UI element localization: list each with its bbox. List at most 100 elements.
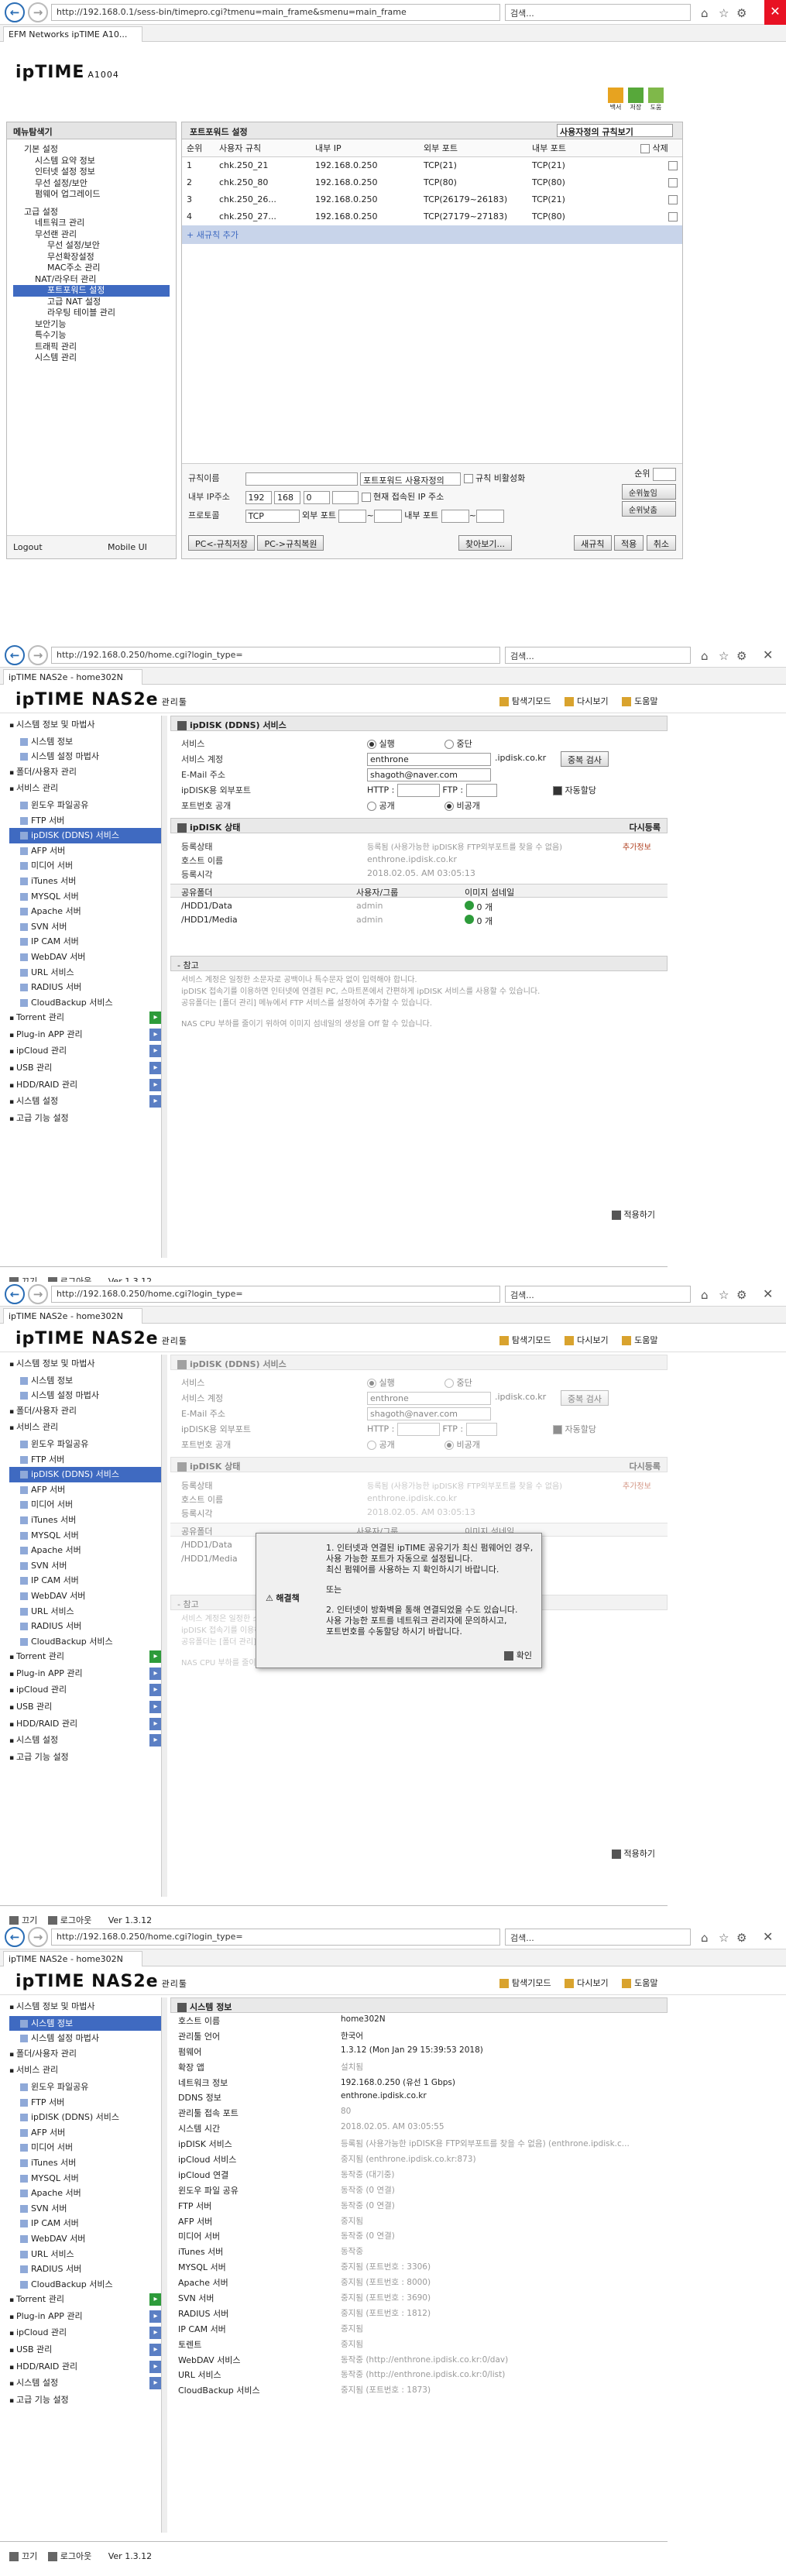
rank-up-button[interactable]: 순위높임 [622,484,676,500]
star-icon[interactable]: ☆ [719,1288,729,1302]
nas-menu-item[interactable]: ▪ Plug-in APP 관리 ▸ [9,1027,162,1044]
home-icon[interactable]: ⌂ [701,1931,709,1945]
nas-menu-item[interactable]: IP CAM 서버 [9,934,162,950]
add-rule-row[interactable]: + 새규칙 추가 [182,225,682,244]
star-icon[interactable]: ☆ [719,1931,729,1945]
back-icon[interactable]: ← [5,645,25,665]
nas-menu-item[interactable]: SVN 서버 [9,919,162,935]
table-row[interactable]: 3 chk.250_26... 192.168.0.250 TCP(26179~261… [182,191,682,208]
tree-item[interactable]: 포트포워드 설정 [13,285,170,297]
delete-checkbox[interactable] [668,195,678,204]
ip-octet-4[interactable] [332,490,359,504]
rule-view-select[interactable]: 사용자정의 규칙보기 [557,124,673,137]
tree-item[interactable]: 특수기능 [13,330,170,342]
close-window-icon[interactable]: ✕ [763,647,773,662]
tree-item[interactable]: 네트워크 관리 [13,218,170,229]
refresh-link[interactable]: 다시보기 [577,1335,608,1345]
rank-down-button[interactable]: 순위낮춤 [622,501,676,517]
mobile-ui-link[interactable]: Mobile UI [108,542,147,552]
home-icon[interactable]: ⌂ [701,1288,709,1302]
nas-menu-item[interactable]: ▪ USB 관리 ▸ [9,2342,162,2359]
nas-menu-item[interactable]: ▪ ipCloud 관리 ▸ [9,1043,162,1060]
tree-item[interactable]: 무선 설정/보안 [13,240,170,252]
nas-menu-item[interactable]: RADIUS 서버 [9,2262,162,2277]
tree-item[interactable]: 무선확장설정 [13,252,170,263]
add-info-link[interactable]: 추가정보 [623,840,651,852]
toggle-icon[interactable] [465,901,474,910]
nas-menu-item[interactable]: 시스템 정보 [9,734,162,750]
new-rule-button[interactable]: 새규칙 [574,535,612,551]
ext-port-to[interactable] [373,509,402,523]
tree-item[interactable]: 고급 설정 [13,207,170,218]
auto-assign-checkbox[interactable] [553,1425,562,1434]
run-radio[interactable] [367,1379,376,1388]
forward-icon[interactable]: → [28,2,48,22]
nas-menu-item[interactable]: ▪ 폴더/사용자 관리 [9,1403,162,1420]
nas-menu-item[interactable]: iTunes 서버 [9,2155,162,2171]
ftp-port-input[interactable] [465,1423,497,1436]
nas-menu-item[interactable]: IP CAM 서버 [9,2216,162,2231]
sidebar-scrollbar[interactable] [161,716,167,1258]
gear-icon[interactable]: ⚙ [736,649,747,663]
nas-menu-item[interactable]: ipDISK (DDNS) 서비스 [9,1467,162,1482]
nas-menu-item[interactable]: MYSQL 서버 [9,889,162,905]
nas-menu-item[interactable]: FTP 서버 [9,813,162,829]
nas-menu-item[interactable]: ▪ 고급 기능 설정 [9,2392,162,2409]
nas-menu-item[interactable]: MYSQL 서버 [9,1528,162,1544]
nas-menu-item[interactable]: ▪ 시스템 정보 및 마법사 [9,1356,162,1373]
close-window-icon[interactable]: ✕ [764,0,786,25]
nas-menu-item[interactable]: ▪ 시스템 설정 ▸ [9,1094,162,1111]
tree-item[interactable]: 라우팅 테이블 관리 [13,307,170,319]
address-bar[interactable]: http://192.168.0.250/home.cgi?login_type… [51,1286,500,1303]
run-radio[interactable] [367,740,376,749]
nas-menu-item[interactable]: ▪ USB 관리 ▸ [9,1699,162,1716]
table-row[interactable]: 2 chk.250_80 192.168.0.250 TCP(80) TCP(80) [182,174,682,191]
re-register-link[interactable]: 다시등록 [630,821,661,833]
tree-item[interactable]: MAC주소 관리 [13,263,170,274]
table-row[interactable]: 1 chk.250_21 192.168.0.250 TCP(21) TCP(21) [182,157,682,174]
forward-icon[interactable]: → [28,1927,48,1947]
nas-menu-item[interactable]: ▪ Torrent 관리 ▸ [9,1649,162,1666]
wizard-icon[interactable]: 백서 [608,88,623,112]
public-radio[interactable] [367,802,376,811]
nas-menu-item[interactable]: AFP 서버 [9,1482,162,1498]
ip-octet-2[interactable]: 168 [274,490,300,504]
nas-menu-item[interactable]: ▪ 서비스 관리 [9,781,162,798]
apply-button[interactable]: 적용 [614,535,644,551]
refresh-link[interactable]: 다시보기 [577,696,608,706]
public-radio[interactable] [367,1441,376,1450]
sidebar-scrollbar[interactable] [161,1355,167,1897]
nas-menu-item[interactable]: IP CAM 서버 [9,1573,162,1589]
nas-menu-item[interactable]: FTP 서버 [9,1452,162,1468]
nas-menu-item[interactable]: ▪ 고급 기능 설정 [9,1111,162,1128]
close-window-icon[interactable]: ✕ [763,1929,773,1944]
nas-menu-item[interactable]: 윈도우 파일공유 [9,798,162,813]
ftp-port-input[interactable] [465,784,497,797]
nas-menu-item[interactable]: ▪ 고급 기능 설정 [9,1750,162,1767]
delete-checkbox[interactable] [668,161,678,171]
current-ip-checkbox[interactable] [361,493,371,502]
tab-router[interactable]: EFM Networks ipTIME A10... [3,26,142,42]
stop-radio[interactable] [444,740,454,749]
nas-menu-item[interactable]: URL 서비스 [9,2247,162,2262]
nas-menu-item[interactable]: ▪ ipCloud 관리 ▸ [9,1682,162,1699]
nas-menu-item[interactable]: AFP 서버 [9,2125,162,2141]
add-info-link[interactable]: 추가정보 [623,1479,651,1491]
nas-menu-item[interactable]: ▪ 시스템 정보 및 마법사 [9,717,162,734]
cancel-button[interactable]: 취소 [646,535,676,551]
tree-item[interactable]: 인터넷 설정 정보 [13,167,170,178]
tree-item[interactable]: 시스템 요약 정보 [13,156,170,167]
tree-item[interactable]: 기본 설정 [13,144,170,156]
tab-nas[interactable]: ipTIME NAS2e - home302N [3,669,142,685]
gear-icon[interactable]: ⚙ [736,1288,747,1302]
tree-item[interactable]: 보안기능 [13,319,170,331]
nas-menu-item[interactable]: ▪ 서비스 관리 [9,2063,162,2080]
tree-item[interactable]: 고급 NAT 설정 [13,297,170,308]
home-icon[interactable]: ⌂ [701,6,709,20]
help-link[interactable]: 도움말 [634,696,657,706]
star-icon[interactable]: ☆ [719,649,729,663]
nas-menu-item[interactable]: 미디어 서버 [9,858,162,874]
disable-rule-checkbox[interactable] [463,474,473,483]
browse-button[interactable]: 찾아보기... [458,535,512,551]
stop-radio[interactable] [444,1379,454,1388]
